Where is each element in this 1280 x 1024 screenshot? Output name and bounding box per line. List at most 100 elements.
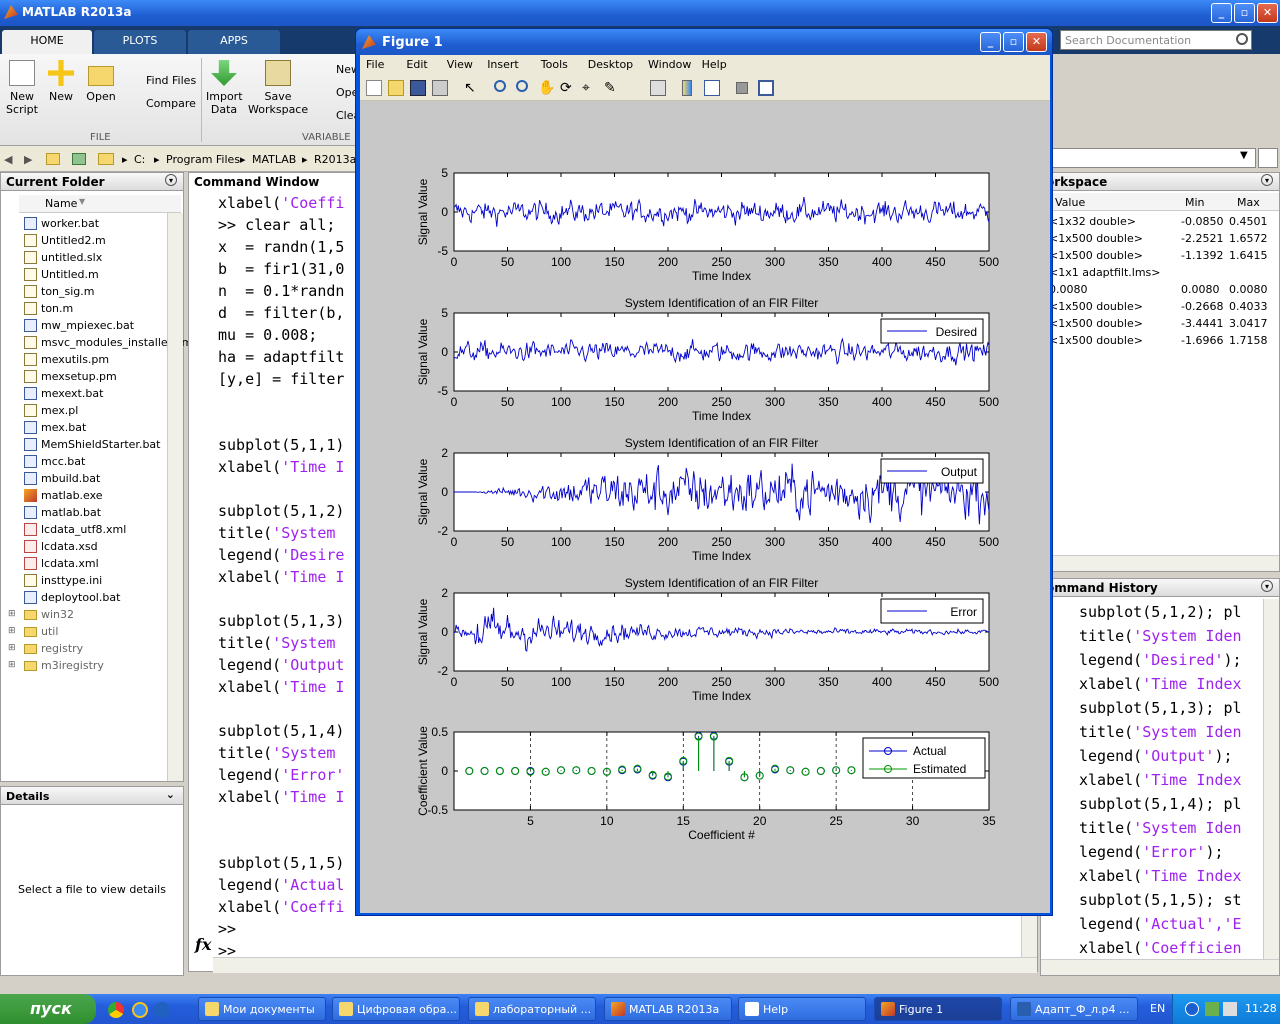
- new-button[interactable]: New: [46, 60, 76, 103]
- figure-maximize-button[interactable]: ▫: [1003, 32, 1024, 52]
- menu-item-file[interactable]: File: [366, 58, 384, 71]
- expand-icon[interactable]: ⊞: [8, 643, 16, 653]
- tray-back-icon[interactable]: [1185, 1002, 1199, 1016]
- taskbar-button[interactable]: Help: [738, 997, 866, 1021]
- workspace-hscroll[interactable]: [1041, 555, 1279, 571]
- panel-menu-icon[interactable]: ▾: [1261, 580, 1273, 592]
- file-item[interactable]: insttype.ini: [24, 574, 102, 587]
- workspace-value[interactable]: <1x500 double>: [1049, 249, 1143, 262]
- history-entry[interactable]: legend('Desired');: [1079, 648, 1242, 672]
- maximize-button[interactable]: ▫: [1234, 3, 1255, 23]
- taskbar-button[interactable]: лабораторный ...: [468, 997, 596, 1021]
- menu-item-edit[interactable]: Edit: [406, 58, 427, 71]
- file-item[interactable]: mcc.bat: [24, 455, 85, 468]
- figure-close-button[interactable]: ✕: [1026, 32, 1047, 52]
- file-item[interactable]: mexext.bat: [24, 387, 103, 400]
- hide-plot-tools-icon[interactable]: [736, 82, 748, 94]
- file-item[interactable]: Untitled.m: [24, 268, 99, 281]
- menu-item-desktop[interactable]: Desktop: [588, 58, 633, 71]
- workspace-value[interactable]: <1x1 adaptfilt.lms>: [1049, 266, 1161, 279]
- subplots-svg[interactable]: Time IndexSignal Value0 50 100 150 200 250 300…: [360, 101, 1050, 913]
- pan-icon[interactable]: ✋: [538, 80, 555, 96]
- tab-plots[interactable]: PLOTS: [94, 30, 186, 54]
- back-arrow-icon[interactable]: ◀: [4, 153, 12, 166]
- history-entry[interactable]: subplot(5,1,2); pl: [1079, 600, 1242, 624]
- file-item[interactable]: mex.bat: [24, 421, 86, 434]
- file-item[interactable]: Untitled2.m: [24, 234, 106, 247]
- file-item[interactable]: ⊞ win32: [8, 608, 74, 621]
- compare-button[interactable]: Compare: [128, 97, 196, 110]
- taskbar-button[interactable]: MATLAB R2013a: [604, 997, 732, 1021]
- name-column-header[interactable]: Name ▼: [19, 195, 181, 213]
- taskbar-button[interactable]: Figure 1: [874, 997, 1002, 1021]
- menu-item-view[interactable]: View: [447, 58, 473, 71]
- chevron-down-icon[interactable]: ▼: [1240, 150, 1248, 161]
- file-item[interactable]: mw_mpiexec.bat: [24, 319, 134, 332]
- open-file-icon[interactable]: [388, 80, 404, 96]
- menu-item-insert[interactable]: Insert: [487, 58, 519, 71]
- link-plot-icon[interactable]: [650, 80, 666, 96]
- tab-apps[interactable]: APPS: [188, 30, 280, 54]
- data-cursor-icon[interactable]: ⌖: [582, 80, 598, 96]
- file-item[interactable]: deploytool.bat: [24, 591, 120, 604]
- workspace-value[interactable]: <1x500 double>: [1049, 334, 1143, 347]
- file-item[interactable]: MemShieldStarter.bat: [24, 438, 160, 451]
- network-icon[interactable]: [1205, 1002, 1219, 1016]
- file-item[interactable]: lcdata.xsd: [24, 540, 98, 553]
- brush-icon[interactable]: ✎: [604, 80, 620, 96]
- show-plot-tools-icon[interactable]: [758, 80, 774, 96]
- file-item[interactable]: ton.m: [24, 302, 73, 315]
- current-folder-scrollbar[interactable]: [167, 213, 183, 781]
- save-icon[interactable]: [410, 80, 426, 96]
- new-figure-icon[interactable]: [366, 80, 382, 96]
- axes-1[interactable]: [453, 172, 990, 252]
- open-button[interactable]: Open: [86, 60, 116, 103]
- file-item[interactable]: mexsetup.pm: [24, 370, 117, 383]
- file-item[interactable]: ton_sig.m: [24, 285, 95, 298]
- breadcrumb-r2013a[interactable]: R2013a: [314, 153, 356, 166]
- history-entry[interactable]: xlabel('Time Index: [1079, 672, 1242, 696]
- search-documentation-input[interactable]: Search Documentation: [1060, 30, 1252, 50]
- history-entry[interactable]: xlabel('Time Index: [1079, 864, 1242, 888]
- file-item[interactable]: mexutils.pm: [24, 353, 109, 366]
- menu-item-window[interactable]: Window: [648, 58, 691, 71]
- up-folder-icon[interactable]: [46, 153, 60, 165]
- file-item[interactable]: matlab.bat: [24, 506, 101, 519]
- zoom-out-icon[interactable]: [516, 80, 528, 92]
- breadcrumb-c[interactable]: C:: [134, 153, 145, 166]
- breadcrumb-program-files[interactable]: Program Files: [166, 153, 240, 166]
- media-player-icon[interactable]: [154, 1002, 170, 1018]
- expand-icon[interactable]: ⊞: [8, 660, 16, 670]
- workspace-address-field[interactable]: [1052, 148, 1256, 168]
- search-icon[interactable]: [1258, 148, 1278, 168]
- history-hscroll[interactable]: [1041, 959, 1279, 975]
- find-files-button[interactable]: Find Files: [128, 74, 196, 87]
- import-data-button[interactable]: Import Data: [206, 60, 243, 116]
- fx-icon[interactable]: fx: [195, 935, 211, 954]
- rotate-icon[interactable]: ⟳: [560, 80, 576, 96]
- history-entry[interactable]: legend('Error');: [1079, 840, 1224, 864]
- ie-icon[interactable]: [132, 1002, 148, 1018]
- language-indicator[interactable]: EN: [1150, 1002, 1165, 1015]
- file-item[interactable]: ⊞ registry: [8, 642, 83, 655]
- chrome-icon[interactable]: [108, 1002, 124, 1018]
- history-entry[interactable]: xlabel('Time Index: [1079, 768, 1242, 792]
- search-icon[interactable]: [1236, 33, 1248, 45]
- history-entry[interactable]: xlabel('Coefficien: [1079, 936, 1242, 960]
- command-window-hscroll[interactable]: [213, 957, 1037, 973]
- tab-home[interactable]: HOME: [2, 30, 92, 54]
- pointer-icon[interactable]: ↖: [464, 80, 480, 96]
- workspace-value[interactable]: <1x500 double>: [1049, 232, 1143, 245]
- save-workspace-button[interactable]: Save Workspace: [248, 60, 308, 116]
- history-entry[interactable]: legend('Output');: [1079, 744, 1233, 768]
- history-entry[interactable]: title('System Iden: [1079, 720, 1242, 744]
- min-column-header[interactable]: Min: [1185, 196, 1205, 209]
- workspace-value[interactable]: <1x32 double>: [1049, 215, 1136, 228]
- forward-arrow-icon[interactable]: ▶: [24, 153, 32, 166]
- file-item[interactable]: untitled.slx: [24, 251, 102, 264]
- clear-workspace-button[interactable]: Clea: [318, 109, 360, 122]
- new-variable-button[interactable]: New: [318, 63, 360, 76]
- history-entry[interactable]: subplot(5,1,4); pl: [1079, 792, 1242, 816]
- print-icon[interactable]: [432, 80, 448, 96]
- workspace-value[interactable]: <1x500 double>: [1049, 300, 1143, 313]
